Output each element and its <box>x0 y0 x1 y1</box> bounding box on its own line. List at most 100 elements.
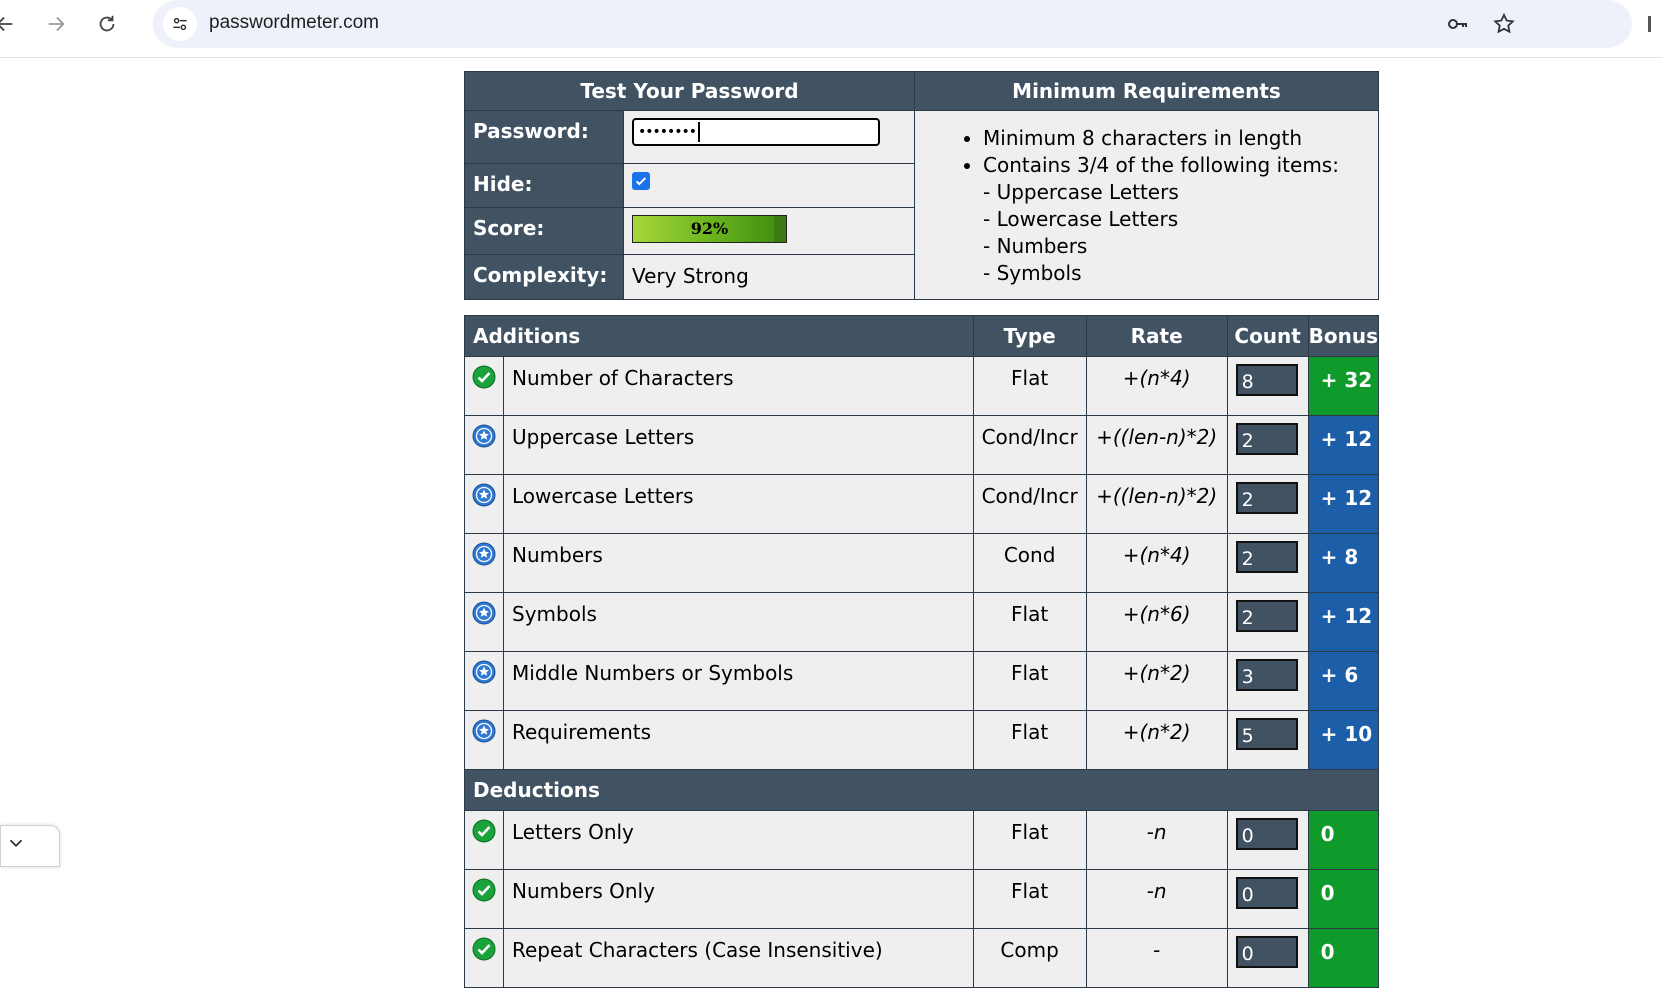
url-text[interactable]: passwordmeter.com <box>209 12 379 34</box>
row-type: Flat <box>972 592 1087 652</box>
extensions-edge[interactable] <box>1646 12 1660 36</box>
score-row: Number of Characters Flat +(n*4) 8 + 32 <box>464 356 1380 416</box>
requirements-list: Minimum 8 characters in length Contains … <box>915 125 1378 287</box>
forward-button[interactable] <box>39 7 73 41</box>
score-row: Middle Numbers or Symbols Flat +(n*2) 3 + 6 <box>464 651 1380 711</box>
key-icon <box>1448 19 1467 29</box>
score-row: Numbers Only Flat -n 0 0 <box>464 869 1380 929</box>
bonus-column-header: Bonus <box>1307 315 1380 357</box>
row-icon-cell <box>464 928 504 988</box>
count-field[interactable]: 0 <box>1235 877 1298 909</box>
reload-icon <box>99 15 115 32</box>
count-field[interactable]: 0 <box>1235 818 1298 850</box>
count-field[interactable]: 2 <box>1235 423 1298 455</box>
check-icon <box>472 819 496 843</box>
hide-label: Hide: <box>464 163 624 208</box>
row-count-cell: 0 <box>1226 928 1309 988</box>
requirement-subitem: - Lowercase Letters <box>983 207 1179 231</box>
row-name: Number of Characters <box>503 356 974 416</box>
collapse-panel-button[interactable] <box>0 825 60 867</box>
deductions-header: Deductions <box>464 769 1379 811</box>
menu-edge-icon <box>1648 16 1651 32</box>
scoring-table: Additions Type Rate Count Bonus Number o… <box>464 315 1380 988</box>
row-rate: +(n*6) <box>1085 592 1228 652</box>
row-name: Symbols <box>503 592 974 652</box>
row-type: Comp <box>972 928 1087 988</box>
score-text: 92% <box>690 219 729 238</box>
requirement-subitem: - Symbols <box>983 261 1082 285</box>
requirement-subitems: - Uppercase Letters - Lowercase Letters … <box>983 179 1378 287</box>
row-count-cell: 2 <box>1226 415 1309 475</box>
score-row: Uppercase Letters Cond/Incr +((len-n)*2) 2 +… <box>464 415 1380 475</box>
score-row: Symbols Flat +(n*6) 2 + 12 <box>464 592 1380 652</box>
star-icon <box>472 719 496 743</box>
score-bar: 92% <box>632 215 787 243</box>
row-type: Cond/Incr <box>972 415 1087 475</box>
requirement-item-text: Contains 3/4 of the following items: <box>983 153 1339 177</box>
row-rate: +(n*2) <box>1085 710 1228 770</box>
tune-icon <box>173 17 187 31</box>
check-icon <box>472 937 496 961</box>
password-cell: •••••••• <box>623 110 915 164</box>
score-label: Score: <box>464 207 624 255</box>
additions-body: Number of Characters Flat +(n*4) 8 + 32 Upper… <box>464 356 1380 770</box>
row-bonus: + 6 <box>1307 651 1380 711</box>
count-field[interactable]: 2 <box>1235 600 1298 632</box>
row-bonus: + 10 <box>1307 710 1380 770</box>
row-icon-cell <box>464 592 504 652</box>
row-bonus: + 8 <box>1307 533 1380 593</box>
checkmark-icon <box>635 177 647 186</box>
row-name: Letters Only <box>503 810 974 870</box>
star-icon <box>472 542 496 566</box>
back-button[interactable] <box>0 7 22 41</box>
bookmark-star-button[interactable] <box>1491 11 1517 37</box>
row-icon-cell <box>464 710 504 770</box>
star-outline-icon <box>1493 12 1515 34</box>
requirement-subitem: - Uppercase Letters <box>983 180 1179 204</box>
count-field[interactable]: 2 <box>1235 541 1298 573</box>
row-bonus: + 32 <box>1307 356 1380 416</box>
hide-checkbox[interactable] <box>632 172 650 190</box>
row-type: Flat <box>972 810 1087 870</box>
score-cell: 92% <box>623 207 915 255</box>
row-rate: +((len-n)*2) <box>1085 415 1228 475</box>
reload-button[interactable] <box>90 7 124 41</box>
count-field[interactable]: 8 <box>1235 364 1298 396</box>
count-field[interactable]: 5 <box>1235 718 1298 750</box>
row-count-cell: 3 <box>1226 651 1309 711</box>
row-type: Cond <box>972 533 1087 593</box>
row-icon-cell <box>464 474 504 534</box>
row-bonus: 0 <box>1307 810 1380 870</box>
password-input[interactable]: •••••••• <box>632 118 880 146</box>
count-field[interactable]: 3 <box>1235 659 1298 691</box>
row-rate: - <box>1085 928 1228 988</box>
count-field[interactable]: 2 <box>1235 482 1298 514</box>
row-rate: +(n*2) <box>1085 651 1228 711</box>
row-name: Numbers Only <box>503 869 974 929</box>
star-icon <box>472 660 496 684</box>
row-bonus: + 12 <box>1307 415 1380 475</box>
chevron-down-icon <box>9 839 23 848</box>
row-bonus: + 12 <box>1307 592 1380 652</box>
count-field[interactable]: 0 <box>1235 936 1298 968</box>
row-icon-cell <box>464 651 504 711</box>
text-caret <box>698 122 701 142</box>
address-bar[interactable]: passwordmeter.com <box>153 0 1632 48</box>
password-label: Password: <box>464 110 624 164</box>
password-meter: Test Your Password Minimum Requirements … <box>464 71 1380 988</box>
row-type: Flat <box>972 869 1087 929</box>
test-panel-title: Test Your Password <box>464 71 915 111</box>
row-rate: +((len-n)*2) <box>1085 474 1228 534</box>
type-column-header: Type <box>972 315 1087 357</box>
score-row: Repeat Characters (Case Insensitive) Comp… <box>464 928 1380 988</box>
row-type: Flat <box>972 710 1087 770</box>
star-icon <box>472 424 496 448</box>
score-row: Requirements Flat +(n*2) 5 + 10 <box>464 710 1380 770</box>
browser-toolbar: passwordmeter.com <box>0 0 1662 58</box>
requirement-subitem: - Numbers <box>983 234 1088 258</box>
row-name: Repeat Characters (Case Insensitive) <box>503 928 974 988</box>
site-info-button[interactable] <box>163 7 197 41</box>
password-key-button[interactable] <box>1445 11 1471 37</box>
check-icon <box>472 878 496 902</box>
rate-column-header: Rate <box>1085 315 1228 357</box>
